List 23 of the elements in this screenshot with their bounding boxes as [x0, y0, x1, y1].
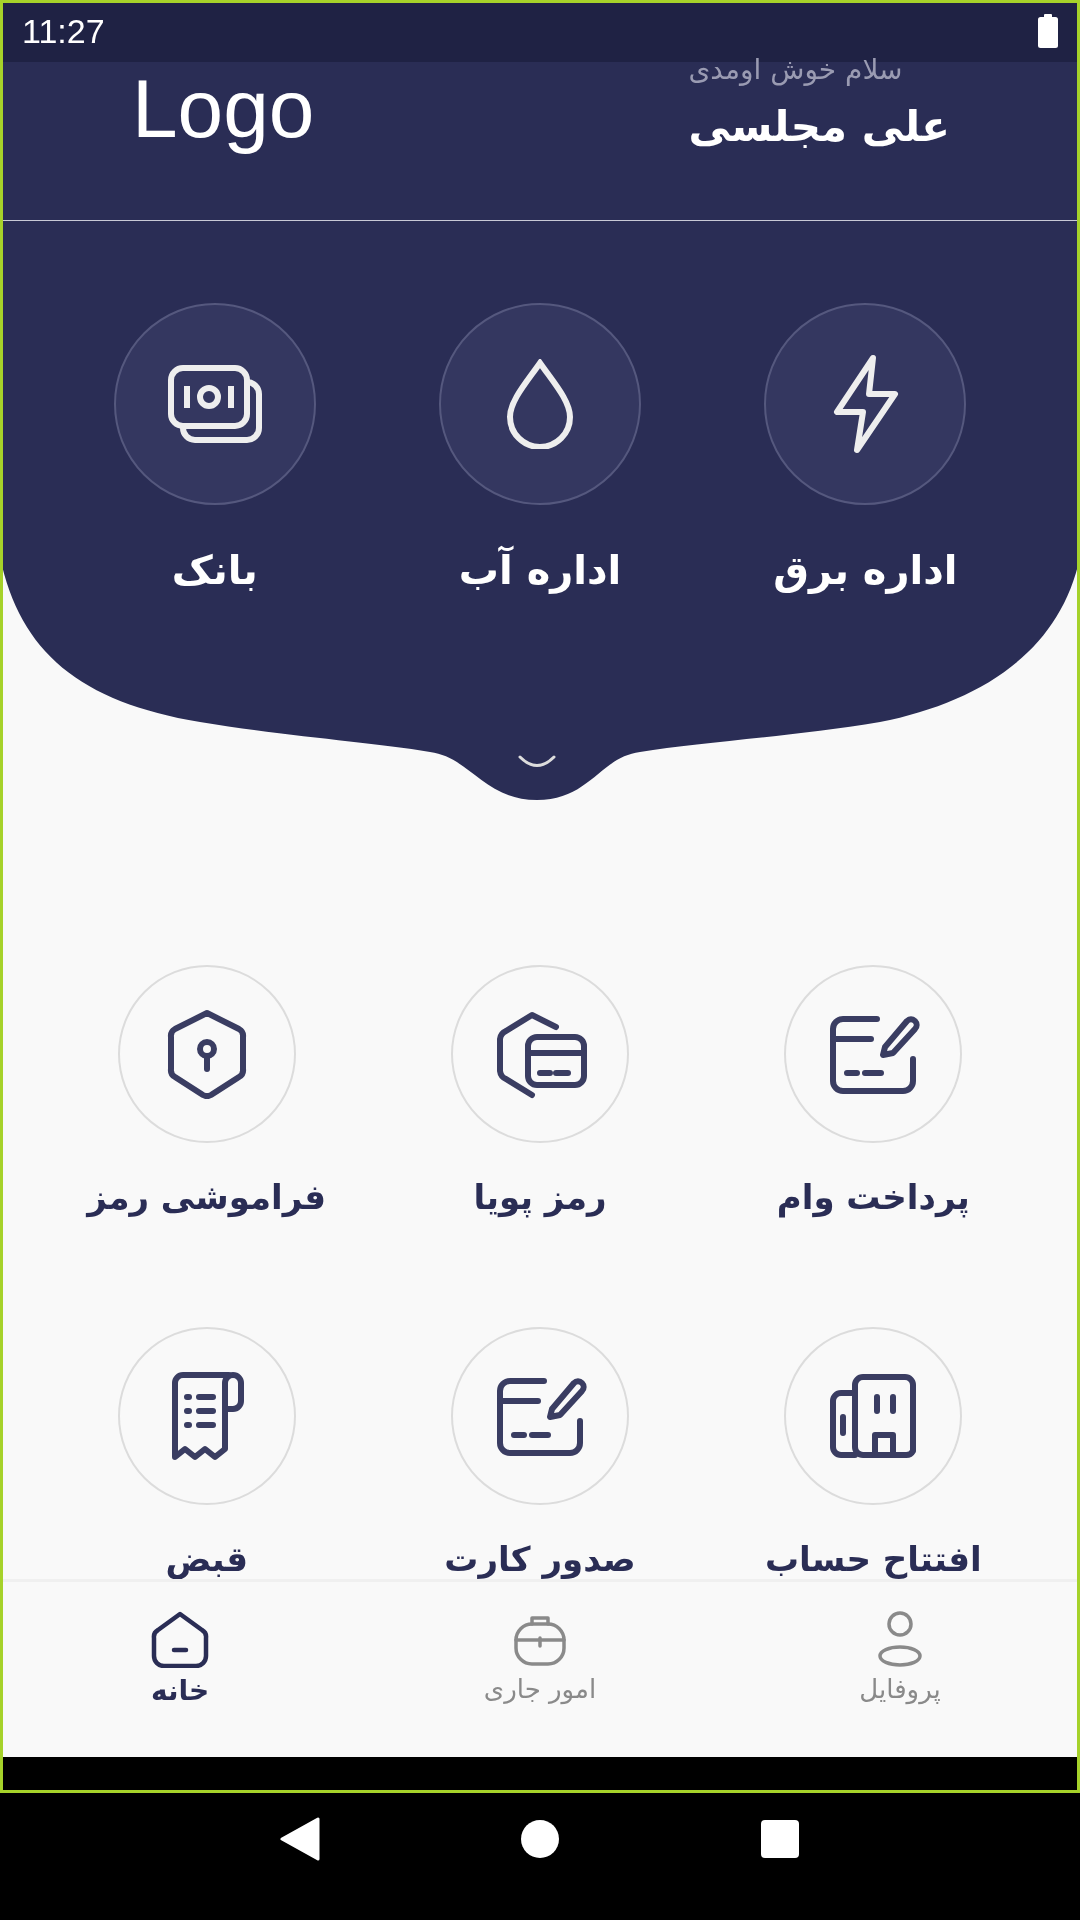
status-time: 11:27: [22, 11, 105, 51]
nav-tab[interactable]: خانه: [0, 1582, 360, 1757]
greeting-text: سلام خوش اومدی: [688, 56, 903, 84]
nav-tab[interactable]: پروفایل: [720, 1582, 1080, 1757]
back-icon[interactable]: [280, 1816, 320, 1861]
service-label: اداره برق: [773, 547, 958, 593]
home-icon: [150, 1610, 210, 1668]
service-label: اداره آب: [458, 547, 622, 593]
service-label: فراموشی رمز: [87, 1177, 327, 1217]
banknotes-icon: [166, 364, 263, 444]
chevron-down-icon[interactable]: [517, 754, 557, 770]
service-label: افتتاح حساب: [764, 1539, 982, 1579]
service-label: قبض: [165, 1539, 248, 1579]
service-label: پرداخت وام: [776, 1177, 970, 1217]
battery-icon: [1038, 14, 1058, 48]
nav-tab[interactable]: امور جاری: [360, 1582, 720, 1757]
water-drop-icon: [506, 359, 574, 449]
user-name: علی مجلسی: [688, 102, 950, 151]
service-label: صدور کارت: [444, 1539, 636, 1579]
service-label: بانک: [171, 547, 258, 593]
recents-icon[interactable]: [760, 1818, 800, 1859]
service-label: رمز پویا: [473, 1177, 607, 1217]
home-circle-icon[interactable]: [520, 1818, 560, 1859]
